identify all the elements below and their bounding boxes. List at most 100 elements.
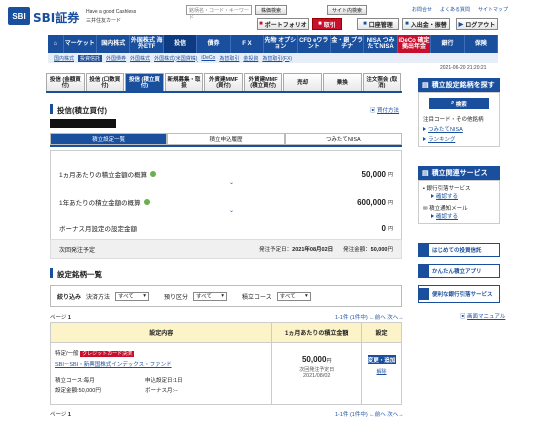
- deposit-icon: ■: [405, 21, 409, 27]
- mail-service-link[interactable]: 確認する: [436, 214, 458, 220]
- tab-unit-buy[interactable]: 投信 (口数買付): [85, 73, 125, 91]
- nav-insurance[interactable]: 保険: [465, 35, 499, 53]
- manual-icon: ▣: [460, 314, 466, 320]
- nav-cfd[interactable]: CFD eワラント: [298, 35, 331, 53]
- subnav-foreign-bond[interactable]: 外国債券: [106, 55, 126, 62]
- sub-tabs: 積立設定一覧 積立申込履歴 つみたてNISA: [50, 133, 402, 147]
- chevron-down-icon[interactable]: ⌄: [229, 207, 234, 214]
- payment-select[interactable]: すべて ▾: [115, 291, 150, 301]
- tab-regular-buy[interactable]: 投信 (積立買付): [125, 73, 164, 91]
- banner-icon: [419, 288, 429, 300]
- subnav-fund[interactable]: 投資信託: [78, 54, 103, 62]
- help-icon[interactable]: [143, 199, 150, 205]
- nav-domestic-stock[interactable]: 国内株式: [97, 35, 131, 53]
- course-select[interactable]: すべて ▾: [276, 291, 311, 301]
- deposit-button[interactable]: ■ 入出金・振替: [402, 18, 450, 30]
- guide-link[interactable]: ▣ 買付方法: [370, 106, 399, 114]
- logo-text[interactable]: SBI証券: [33, 9, 79, 26]
- related-header: ▤ 積立関連サービス: [418, 166, 500, 180]
- next-order-amount: 発注金額：50,000円: [343, 247, 393, 253]
- pager[interactable]: 1-1件 (1件中) ←前へ 次へ→: [335, 313, 404, 321]
- subnav-ideco[interactable]: iDeCo: [201, 55, 215, 61]
- portfolio-icon: ■: [259, 21, 263, 27]
- nav-ideco[interactable]: iDeCo 確定拠出年金: [397, 35, 432, 53]
- monthly-cell: 50,000円 次回発注予定日 2021/08/02: [271, 342, 363, 405]
- subnav-gold[interactable]: 金投資: [243, 55, 258, 62]
- stock-search-button[interactable]: 株価検索: [255, 5, 287, 15]
- banner-icon: [419, 244, 429, 256]
- banner-app[interactable]: かんたん積立アプリ: [418, 264, 500, 278]
- bank-service-link[interactable]: 確認する: [436, 194, 458, 200]
- find-search-button[interactable]: ⌕ 検索: [429, 98, 489, 109]
- nav-bank[interactable]: 銀行: [431, 35, 465, 53]
- manual-link[interactable]: ▣ 画面マニュアル: [460, 312, 505, 320]
- tab-sell[interactable]: 売却: [283, 73, 322, 91]
- ranking-link[interactable]: ランキング: [428, 137, 455, 143]
- tab-amount-buy[interactable]: 投信 (金額買付): [46, 73, 85, 91]
- service-icon: ▤: [422, 170, 429, 177]
- faq-link[interactable]: よくある質問: [440, 6, 470, 13]
- subnav-us-lending[interactable]: 外国株式(米国貸株): [154, 55, 197, 62]
- fund-link[interactable]: SBI－SBI・新興国株式インデックス・ファンド: [55, 362, 172, 368]
- settings-table: 設定内容 1ヵ月あたりの積立金額 設定 特定/一般 クレジットカード決済 SBI…: [49, 322, 402, 405]
- page-title: 投信(積立買付): [57, 106, 107, 115]
- sitemap-link[interactable]: サイトマップ: [478, 6, 508, 13]
- nav-bond[interactable]: 債券: [197, 35, 231, 53]
- help-icon[interactable]: [150, 171, 157, 177]
- next-order: 次回発注予定 発注予定日：2021年08月02日 発注金額：50,000円: [50, 239, 402, 259]
- subnav-foreign-stock[interactable]: 外国株式: [130, 55, 150, 62]
- col-monthly: 1ヵ月あたりの積立金額: [271, 322, 363, 343]
- search-input[interactable]: 銘柄名・コード・キーワード: [186, 5, 252, 21]
- subnav-domestic[interactable]: 国内株式: [54, 55, 74, 62]
- trade-button[interactable]: ■ 取引: [312, 18, 342, 30]
- portfolio-button[interactable]: ■ ポートフォリオ: [257, 18, 309, 30]
- banner-icon: [419, 265, 429, 277]
- logout-button[interactable]: ▶ ログアウト: [456, 18, 498, 30]
- tsumitate-link[interactable]: つみたてNISA: [428, 127, 463, 133]
- nav-gold[interactable]: 金・銀 プラチナ: [331, 35, 365, 53]
- page-indicator-bottom: ページ 1: [50, 412, 71, 418]
- page-indicator: ページ 1: [50, 315, 71, 321]
- pager-bottom[interactable]: 1-1件 (1件中) ←前へ 次へ→: [335, 410, 404, 418]
- nav-nisa[interactable]: NISA つみたてNISA: [364, 35, 398, 53]
- tab-switch[interactable]: 乗換: [322, 73, 362, 91]
- tab-new-offering[interactable]: 新規募集・取扱: [164, 73, 204, 91]
- nav-futures[interactable]: 先物 オプション: [264, 35, 298, 53]
- contact-link[interactable]: お問合せ: [412, 6, 432, 13]
- list-title: 設定銘柄一覧: [57, 270, 102, 279]
- list-marker: [50, 268, 53, 278]
- subtab-history[interactable]: 積立申込履歴: [167, 133, 285, 145]
- site-search-button[interactable]: サイト内検索: [327, 5, 367, 15]
- sbi-logo[interactable]: SBI: [8, 7, 30, 25]
- related-box: ▤ 積立関連サービス ▪ 銀行引落サービス 確認する ✉ 積立通知メール 確認する: [418, 166, 500, 224]
- nav-market[interactable]: マーケット: [64, 35, 98, 53]
- change-button[interactable]: 変更・追加: [367, 355, 396, 364]
- redacted-bar: [50, 119, 116, 128]
- custody-select[interactable]: すべて ▾: [193, 291, 228, 301]
- chevron-down-icon[interactable]: ⌄: [229, 179, 234, 186]
- sub-nav: 国内株式 投資信託 外国債券 外国株式 外国株式(米国貸株) iDeCo 為替取…: [48, 53, 498, 63]
- tab-mmf-buy[interactable]: 外貨建MMF (買付): [204, 73, 243, 91]
- account-button[interactable]: ■ 口座管理: [357, 18, 399, 30]
- subtab-setting-list[interactable]: 積立設定一覧: [50, 133, 168, 145]
- banner-first-fund[interactable]: はじめての投資信託: [418, 243, 500, 257]
- nav-fund[interactable]: 投信: [163, 35, 198, 53]
- chevron-down-icon: ▾: [221, 293, 225, 299]
- book-icon: ▣: [370, 108, 376, 114]
- delete-link[interactable]: 解除: [362, 368, 401, 375]
- tab-mmf-regular[interactable]: 外貨建MMF (積立買付): [243, 73, 283, 91]
- tab-order-inquiry[interactable]: 注文照会 (取消): [362, 73, 402, 91]
- setting-cell: 特定/一般 クレジットカード決済 SBI－SBI・新興国株式インデックス・ファン…: [49, 342, 273, 405]
- mail-icon: ✉: [423, 206, 428, 212]
- home-icon[interactable]: ⌂: [48, 35, 64, 53]
- banner-bank-service[interactable]: 便利な銀行引落サービス: [418, 285, 500, 303]
- subnav-fx-trade[interactable]: 為替取引(FX): [262, 55, 292, 62]
- yearly-row: 1年あたりの積立金額の概算 600,000 円: [59, 197, 393, 208]
- nav-foreign-stock[interactable]: 外国株式 海外ETF: [130, 35, 164, 53]
- title-marker: [50, 104, 53, 114]
- subtab-tsumitate-nisa[interactable]: つみたてNISA: [284, 133, 402, 145]
- subnav-forex[interactable]: 為替取引: [219, 55, 239, 62]
- chevron-down-icon: ▾: [304, 293, 308, 299]
- nav-fx[interactable]: F X: [231, 35, 265, 53]
- account-icon: ■: [363, 21, 367, 27]
